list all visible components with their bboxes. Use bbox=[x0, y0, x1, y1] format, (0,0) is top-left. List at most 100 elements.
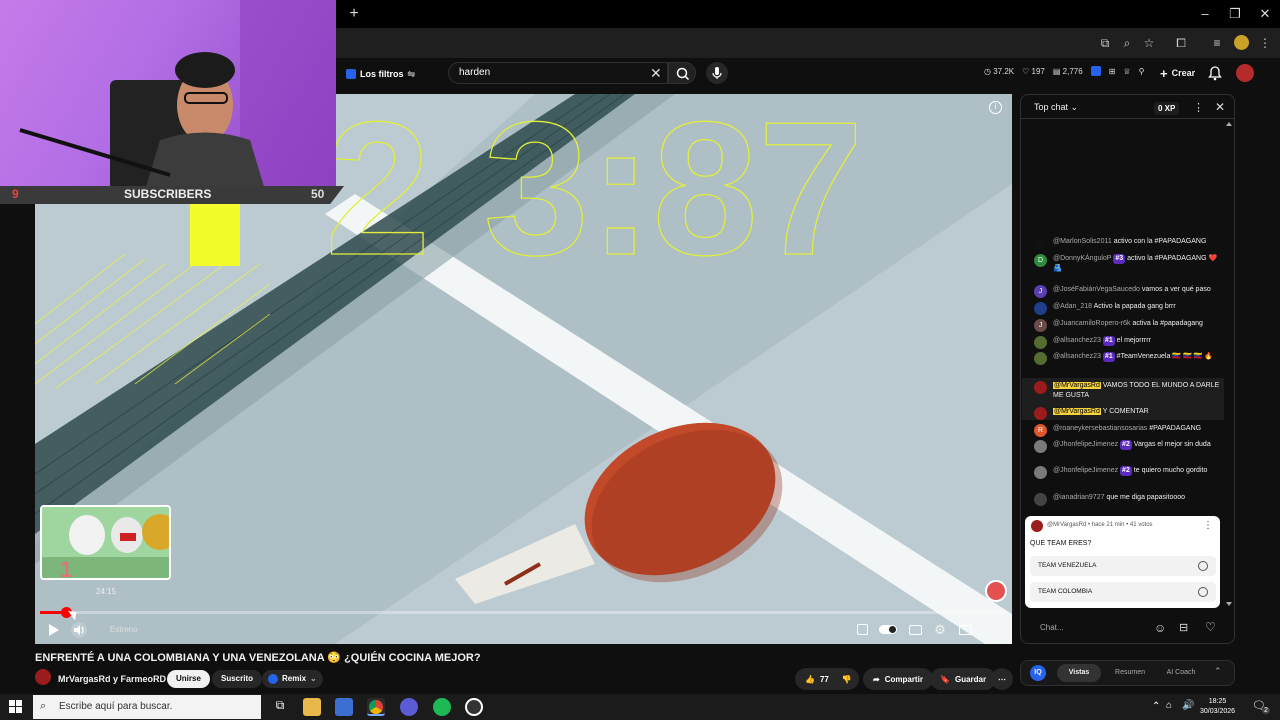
windows-start-icon[interactable] bbox=[9, 700, 22, 713]
chat-author-avatar[interactable] bbox=[1034, 440, 1047, 453]
emoji-icon[interactable]: ☺ bbox=[1154, 621, 1166, 635]
chat-author-avatar[interactable]: D bbox=[1034, 254, 1047, 267]
like-count[interactable]: 77 bbox=[820, 675, 829, 684]
save-button[interactable]: 🔖 Guardar bbox=[930, 668, 997, 690]
collapse-chevron-icon[interactable]: ⌃ bbox=[1214, 666, 1222, 677]
chat-scrollbar[interactable] bbox=[1226, 122, 1232, 606]
chat-author-name[interactable]: @JoséFabiánVegaSaucedo bbox=[1053, 286, 1140, 293]
chat-author-avatar[interactable] bbox=[1034, 352, 1047, 365]
chat-author-avatar[interactable] bbox=[1034, 381, 1047, 394]
voice-search-button[interactable] bbox=[706, 62, 728, 84]
progress-bar[interactable] bbox=[40, 611, 1006, 614]
info-icon[interactable]: i bbox=[989, 101, 1002, 114]
more-actions-button[interactable]: ⋯ bbox=[991, 668, 1013, 690]
chat-author-name[interactable]: @JhonfelipeJimenez bbox=[1053, 467, 1118, 474]
profile-avatar-icon[interactable] bbox=[1234, 35, 1249, 50]
chat-author-name[interactable]: @MrVargasRd bbox=[1053, 382, 1101, 389]
remix-button[interactable]: Remix ⌄ bbox=[262, 670, 323, 688]
chat-author-name[interactable]: @MarlonSolis2011 bbox=[1053, 238, 1112, 245]
tray-chevron-icon[interactable]: ⌃ bbox=[1152, 701, 1160, 712]
chat-input[interactable]: Chat... bbox=[1034, 619, 1144, 637]
chat-close-icon[interactable]: ✕ bbox=[1213, 100, 1227, 116]
network-icon[interactable]: ⌂ bbox=[1166, 700, 1172, 711]
chat-author-name[interactable]: @JhonfelipeJimenez bbox=[1053, 441, 1118, 448]
chart-icon[interactable]: ⊞ bbox=[1109, 67, 1116, 76]
super-chat-icon[interactable]: ⊟ bbox=[1179, 621, 1188, 634]
tab-vistas[interactable]: Vistas bbox=[1057, 664, 1101, 682]
obs-icon[interactable] bbox=[465, 698, 483, 716]
discord-icon[interactable] bbox=[400, 698, 418, 716]
taskbar-clock[interactable]: 18:25 30/03/2026 bbox=[1200, 697, 1235, 717]
poll-option-2[interactable]: TEAM COLOMBIA bbox=[1030, 582, 1216, 602]
minimize-button[interactable]: – bbox=[1190, 4, 1220, 24]
chat-author-name[interactable]: @ianadrian9727 bbox=[1053, 494, 1104, 501]
thumbs-up-icon[interactable]: 👍 bbox=[805, 675, 815, 684]
tab-ai-coach[interactable]: AI Coach bbox=[1160, 664, 1202, 682]
chat-author-avatar[interactable] bbox=[1034, 336, 1047, 349]
tab-resumen[interactable]: Resumen bbox=[1112, 664, 1148, 682]
speaker-icon[interactable]: 🔊 bbox=[1182, 700, 1194, 711]
volume-button[interactable] bbox=[69, 620, 89, 640]
settings-button[interactable]: ⚙ bbox=[930, 620, 950, 640]
xp-badge[interactable]: 0 XP bbox=[1154, 102, 1180, 115]
subscribed-button[interactable]: Suscrito bbox=[212, 670, 263, 688]
close-window-button[interactable]: ✕ bbox=[1250, 4, 1280, 24]
store-icon[interactable] bbox=[335, 698, 353, 716]
task-view-icon[interactable]: ⧉ bbox=[271, 698, 289, 716]
search-button[interactable] bbox=[668, 62, 696, 84]
poll-option-1[interactable]: TEAM VENEZUELA bbox=[1030, 556, 1216, 576]
chat-author-avatar[interactable]: J bbox=[1034, 319, 1047, 332]
cast-icon[interactable]: ⧉ bbox=[1096, 34, 1114, 52]
channel-avatar[interactable] bbox=[35, 669, 51, 685]
chat-author-avatar[interactable] bbox=[1034, 493, 1047, 506]
join-button[interactable]: Unirse bbox=[167, 670, 210, 688]
spotify-icon[interactable] bbox=[433, 698, 451, 716]
new-tab-button[interactable]: + bbox=[344, 4, 364, 24]
notifications-bell-icon[interactable] bbox=[1206, 64, 1224, 82]
chat-author-avatar[interactable]: J bbox=[1034, 285, 1047, 298]
chat-author-avatar[interactable]: R bbox=[1034, 424, 1047, 437]
media-control-icon[interactable]: ≡ bbox=[1208, 34, 1226, 52]
chat-author-avatar[interactable] bbox=[1034, 407, 1047, 420]
extension-icon[interactable] bbox=[1090, 66, 1101, 76]
miniplayer-button[interactable] bbox=[955, 620, 975, 640]
chat-author-name[interactable]: @MrVargasRd bbox=[1053, 408, 1101, 415]
clear-search-icon[interactable]: ✕ bbox=[650, 64, 664, 82]
channel-watermark[interactable] bbox=[985, 580, 1007, 602]
chat-author-name[interactable]: @allsanchez23 bbox=[1053, 353, 1101, 360]
pin-icon[interactable]: ⚲ bbox=[1139, 67, 1145, 76]
chat-author-name[interactable]: @allsanchez23 bbox=[1053, 337, 1101, 344]
extension-player-button[interactable] bbox=[853, 620, 871, 640]
bookmark-star-icon[interactable]: ☆ bbox=[1140, 34, 1158, 52]
extensions-icon[interactable]: ⧠ bbox=[1172, 34, 1190, 52]
autoplay-toggle[interactable] bbox=[878, 620, 898, 640]
play-button[interactable] bbox=[43, 620, 63, 640]
chat-author-name[interactable]: @DonnyKÁnguloP bbox=[1053, 255, 1111, 262]
restore-button[interactable]: ❐ bbox=[1220, 4, 1250, 24]
heart-icon[interactable]: ♡ bbox=[1205, 620, 1216, 634]
account-avatar[interactable] bbox=[1236, 64, 1254, 82]
search-input[interactable]: harden bbox=[448, 62, 668, 84]
poll-more-icon[interactable]: ⋮ bbox=[1203, 520, 1213, 531]
taskbar-search-input[interactable]: Escribe aquí para buscar. bbox=[33, 695, 261, 719]
chat-author-name[interactable]: @roaneykersebastiansosarias bbox=[1053, 425, 1147, 432]
filters-button[interactable]: Los filtros ⇋ bbox=[340, 63, 421, 85]
subtitles-button[interactable] bbox=[905, 620, 925, 640]
share-button[interactable]: ➦ Compartir bbox=[863, 668, 933, 690]
thumbs-down-icon[interactable]: 👎 bbox=[842, 675, 852, 684]
zoom-icon[interactable]: ⌕ bbox=[1118, 34, 1136, 52]
scroll-up-icon[interactable] bbox=[1226, 122, 1232, 126]
file-explorer-icon[interactable] bbox=[303, 698, 321, 716]
chat-author-name[interactable]: @JuancamiloRopero-r6k bbox=[1053, 320, 1131, 327]
channel-name[interactable]: MrVargasRd y FarmeoRD bbox=[58, 674, 166, 684]
chat-author-avatar[interactable] bbox=[1034, 302, 1047, 315]
fullscreen-button[interactable]: ⤢ bbox=[981, 620, 1001, 640]
chat-mode-dropdown[interactable]: Top chat ⌄ bbox=[1034, 102, 1078, 113]
browser-menu-icon[interactable]: ⋮ bbox=[1256, 34, 1274, 52]
chat-author-avatar[interactable] bbox=[1034, 466, 1047, 479]
chat-more-icon[interactable]: ⋮ bbox=[1193, 101, 1204, 115]
create-button[interactable]: + Crear bbox=[1152, 63, 1203, 83]
chat-author-name[interactable]: @Adan_218 bbox=[1053, 303, 1092, 310]
scroll-down-icon[interactable] bbox=[1226, 602, 1232, 606]
chat-author-avatar[interactable] bbox=[1034, 237, 1047, 250]
